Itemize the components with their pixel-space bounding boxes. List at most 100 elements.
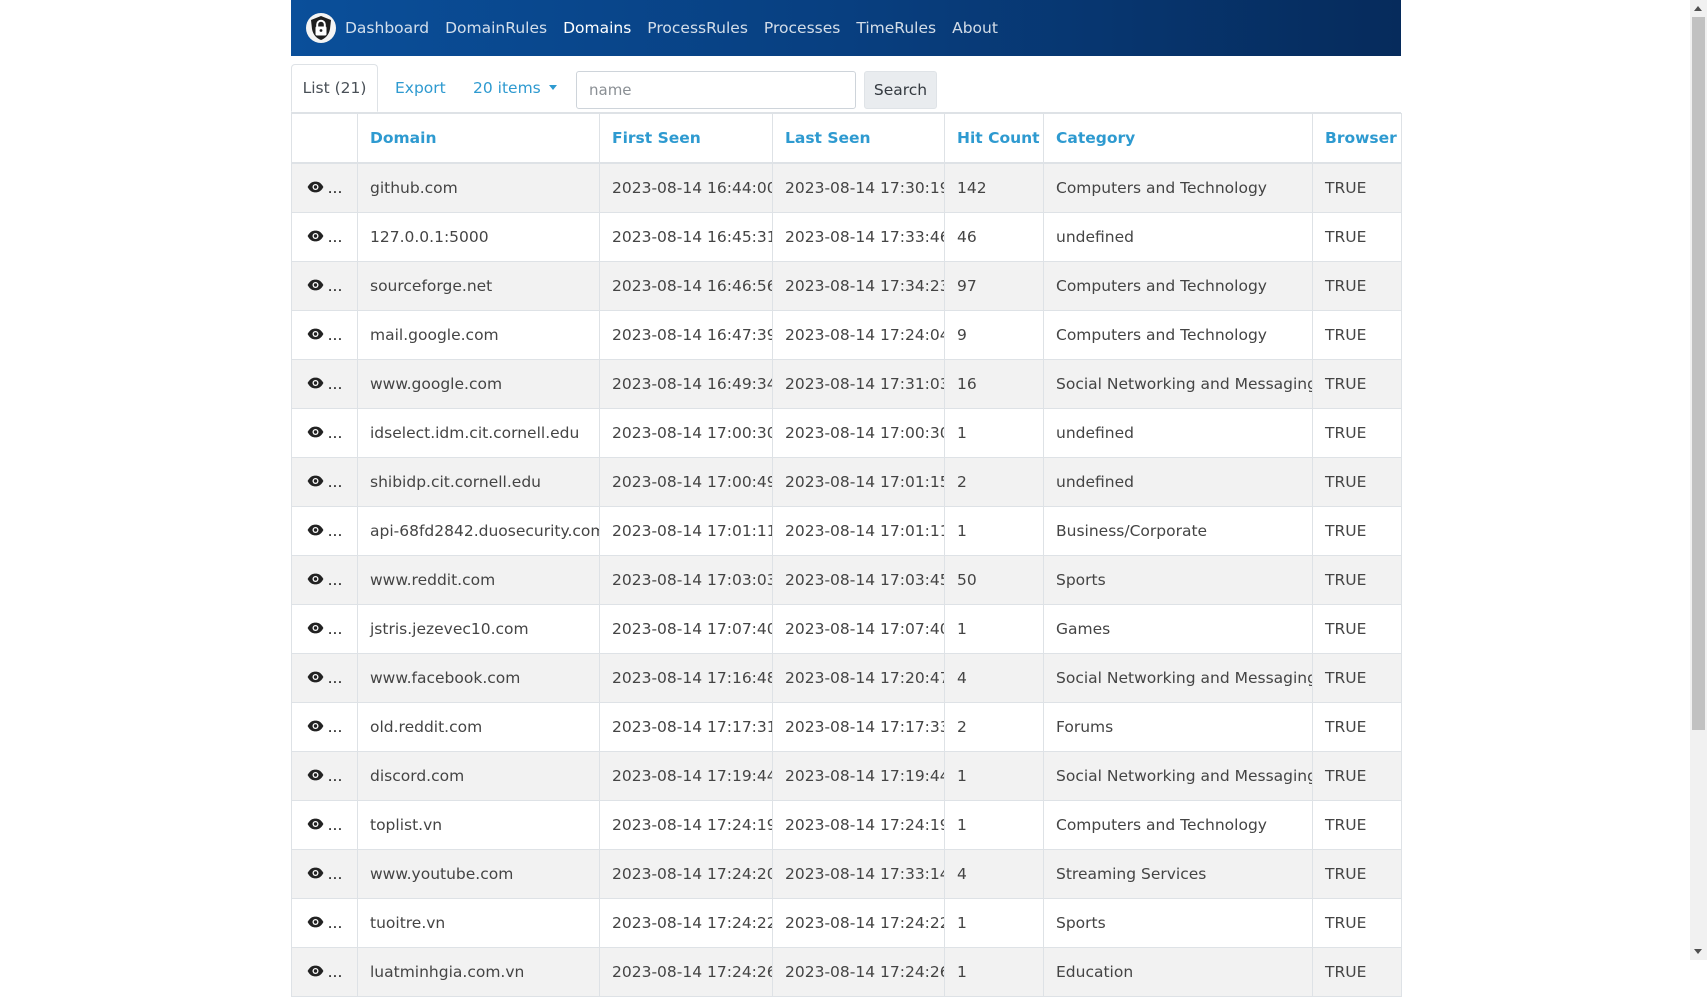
- caret-down-icon: [548, 84, 557, 90]
- more-options-button[interactable]: ...: [328, 473, 343, 491]
- eye-icon[interactable]: [307, 277, 324, 295]
- more-options-button[interactable]: ...: [328, 375, 343, 393]
- cell-browser: TRUE: [1312, 701, 1402, 752]
- table-row[interactable]: ... mail.google.com 2023-08-14 16:47:39 202…: [291, 309, 1402, 360]
- more-options-button[interactable]: ...: [328, 816, 343, 834]
- row-actions: ...: [291, 260, 358, 311]
- eye-icon[interactable]: [307, 424, 324, 442]
- eye-icon[interactable]: [307, 620, 324, 638]
- table-row[interactable]: ... luatminhgia.com.vn 2023-08-14 17:24:26…: [291, 946, 1402, 997]
- page-container: Dashboard DomainRules Domains ProcessRul…: [291, 0, 1402, 997]
- search-input[interactable]: [576, 71, 856, 109]
- cell-domain: api-68fd2842.duosecurity.com: [357, 505, 600, 556]
- table-row[interactable]: ... www.reddit.com 2023-08-14 17:03:03 2023…: [291, 554, 1402, 605]
- column-header-domain[interactable]: Domain: [357, 113, 600, 164]
- eye-icon[interactable]: [307, 669, 324, 687]
- table-row[interactable]: ... discord.com 2023-08-14 17:19:44 2023-08…: [291, 750, 1402, 801]
- table-row[interactable]: ... 127.0.0.1:5000 2023-08-14 16:45:31 2023…: [291, 211, 1402, 262]
- eye-icon[interactable]: [307, 522, 324, 540]
- cell-first-seen: 2023-08-14 16:45:31: [599, 211, 773, 262]
- scroll-down-icon[interactable]: [1694, 949, 1702, 954]
- search-button[interactable]: Search: [864, 71, 937, 109]
- lock-shield-icon[interactable]: [306, 13, 336, 43]
- eye-icon[interactable]: [307, 914, 324, 932]
- cell-hit-count: 1: [944, 603, 1044, 654]
- nav-item-processes[interactable]: Processes: [764, 19, 840, 37]
- column-header-hit-count[interactable]: Hit Count: [944, 113, 1044, 164]
- more-options-button[interactable]: ...: [328, 522, 343, 540]
- row-actions: ...: [291, 701, 358, 752]
- cell-domain: mail.google.com: [357, 309, 600, 360]
- vertical-scrollbar[interactable]: [1690, 0, 1707, 960]
- table-row[interactable]: ... old.reddit.com 2023-08-14 17:17:31 2023…: [291, 701, 1402, 752]
- more-options-button[interactable]: ...: [328, 228, 343, 246]
- more-options-button[interactable]: ...: [328, 620, 343, 638]
- table-row[interactable]: ... shibidp.cit.cornell.edu 2023-08-14 17:…: [291, 456, 1402, 507]
- cell-first-seen: 2023-08-14 17:16:48: [599, 652, 773, 703]
- cell-domain: www.facebook.com: [357, 652, 600, 703]
- table-row[interactable]: ... www.youtube.com 2023-08-14 17:24:20 202…: [291, 848, 1402, 899]
- cell-browser: TRUE: [1312, 162, 1402, 213]
- tab-export[interactable]: Export: [395, 64, 446, 112]
- cell-browser: TRUE: [1312, 946, 1402, 997]
- more-options-button[interactable]: ...: [328, 865, 343, 883]
- nav-item-about[interactable]: About: [952, 19, 998, 37]
- nav-item-dashboard[interactable]: Dashboard: [345, 19, 429, 37]
- eye-icon[interactable]: [307, 473, 324, 491]
- cell-category: Forums: [1043, 701, 1313, 752]
- eye-icon[interactable]: [307, 718, 324, 736]
- cell-first-seen: 2023-08-14 17:19:44: [599, 750, 773, 801]
- more-options-button[interactable]: ...: [328, 669, 343, 687]
- more-options-button[interactable]: ...: [328, 179, 343, 197]
- table-row[interactable]: ... tuoitre.vn 2023-08-14 17:24:22 2023-08-…: [291, 897, 1402, 948]
- row-actions: ...: [291, 652, 358, 703]
- table-row[interactable]: ... jstris.jezevec10.com 2023-08-14 17:07:…: [291, 603, 1402, 654]
- more-options-button[interactable]: ...: [328, 277, 343, 295]
- eye-icon[interactable]: [307, 963, 324, 981]
- eye-icon[interactable]: [307, 375, 324, 393]
- eye-icon[interactable]: [307, 816, 324, 834]
- tab-list[interactable]: List (21): [291, 64, 378, 112]
- cell-category: Computers and Technology: [1043, 260, 1313, 311]
- more-options-button[interactable]: ...: [328, 326, 343, 344]
- items-per-page-dropdown[interactable]: 20 items: [473, 64, 557, 112]
- cell-category: undefined: [1043, 211, 1313, 262]
- eye-icon[interactable]: [307, 865, 324, 883]
- nav-item-domains[interactable]: Domains: [563, 19, 631, 37]
- column-header-first-seen[interactable]: First Seen: [599, 113, 773, 164]
- cell-browser: TRUE: [1312, 897, 1402, 948]
- table-row[interactable]: ... toplist.vn 2023-08-14 17:24:19 2023-08-…: [291, 799, 1402, 850]
- eye-icon[interactable]: [307, 571, 324, 589]
- eye-icon[interactable]: [307, 179, 324, 197]
- table-row[interactable]: ... api-68fd2842.duosecurity.com 2023-08-1…: [291, 505, 1402, 556]
- eye-icon[interactable]: [307, 767, 324, 785]
- table-row[interactable]: ... www.facebook.com 2023-08-14 17:16:48 20…: [291, 652, 1402, 703]
- more-options-button[interactable]: ...: [328, 963, 343, 981]
- nav-item-processrules[interactable]: ProcessRules: [647, 19, 748, 37]
- scroll-thumb[interactable]: [1692, 17, 1705, 730]
- column-header-last-seen[interactable]: Last Seen: [772, 113, 945, 164]
- cell-first-seen: 2023-08-14 17:00:30: [599, 407, 773, 458]
- more-options-button[interactable]: ...: [328, 767, 343, 785]
- more-options-button[interactable]: ...: [328, 424, 343, 442]
- row-actions: ...: [291, 358, 358, 409]
- eye-icon[interactable]: [307, 228, 324, 246]
- eye-icon[interactable]: [307, 326, 324, 344]
- row-actions: ...: [291, 309, 358, 360]
- cell-first-seen: 2023-08-14 16:44:00: [599, 162, 773, 213]
- table-row[interactable]: ... www.google.com 2023-08-14 16:49:34 2023…: [291, 358, 1402, 409]
- column-header-category[interactable]: Category: [1043, 113, 1313, 164]
- more-options-button[interactable]: ...: [328, 914, 343, 932]
- table-row[interactable]: ... idselect.idm.cit.cornell.edu 2023-08-1…: [291, 407, 1402, 458]
- column-header-browser[interactable]: Browser: [1312, 113, 1402, 164]
- row-actions: ...: [291, 162, 358, 213]
- nav-item-timerules[interactable]: TimeRules: [856, 19, 936, 37]
- more-options-button[interactable]: ...: [328, 571, 343, 589]
- domains-table: Domain First Seen Last Seen Hit Count Ca…: [291, 113, 1402, 997]
- scroll-up-icon[interactable]: [1694, 6, 1702, 11]
- more-options-button[interactable]: ...: [328, 718, 343, 736]
- table-row[interactable]: ... sourceforge.net 2023-08-14 16:46:56 202…: [291, 260, 1402, 311]
- cell-hit-count: 2: [944, 701, 1044, 752]
- table-row[interactable]: ... github.com 2023-08-14 16:44:00 2023-08-…: [291, 162, 1402, 213]
- nav-item-domainrules[interactable]: DomainRules: [445, 19, 547, 37]
